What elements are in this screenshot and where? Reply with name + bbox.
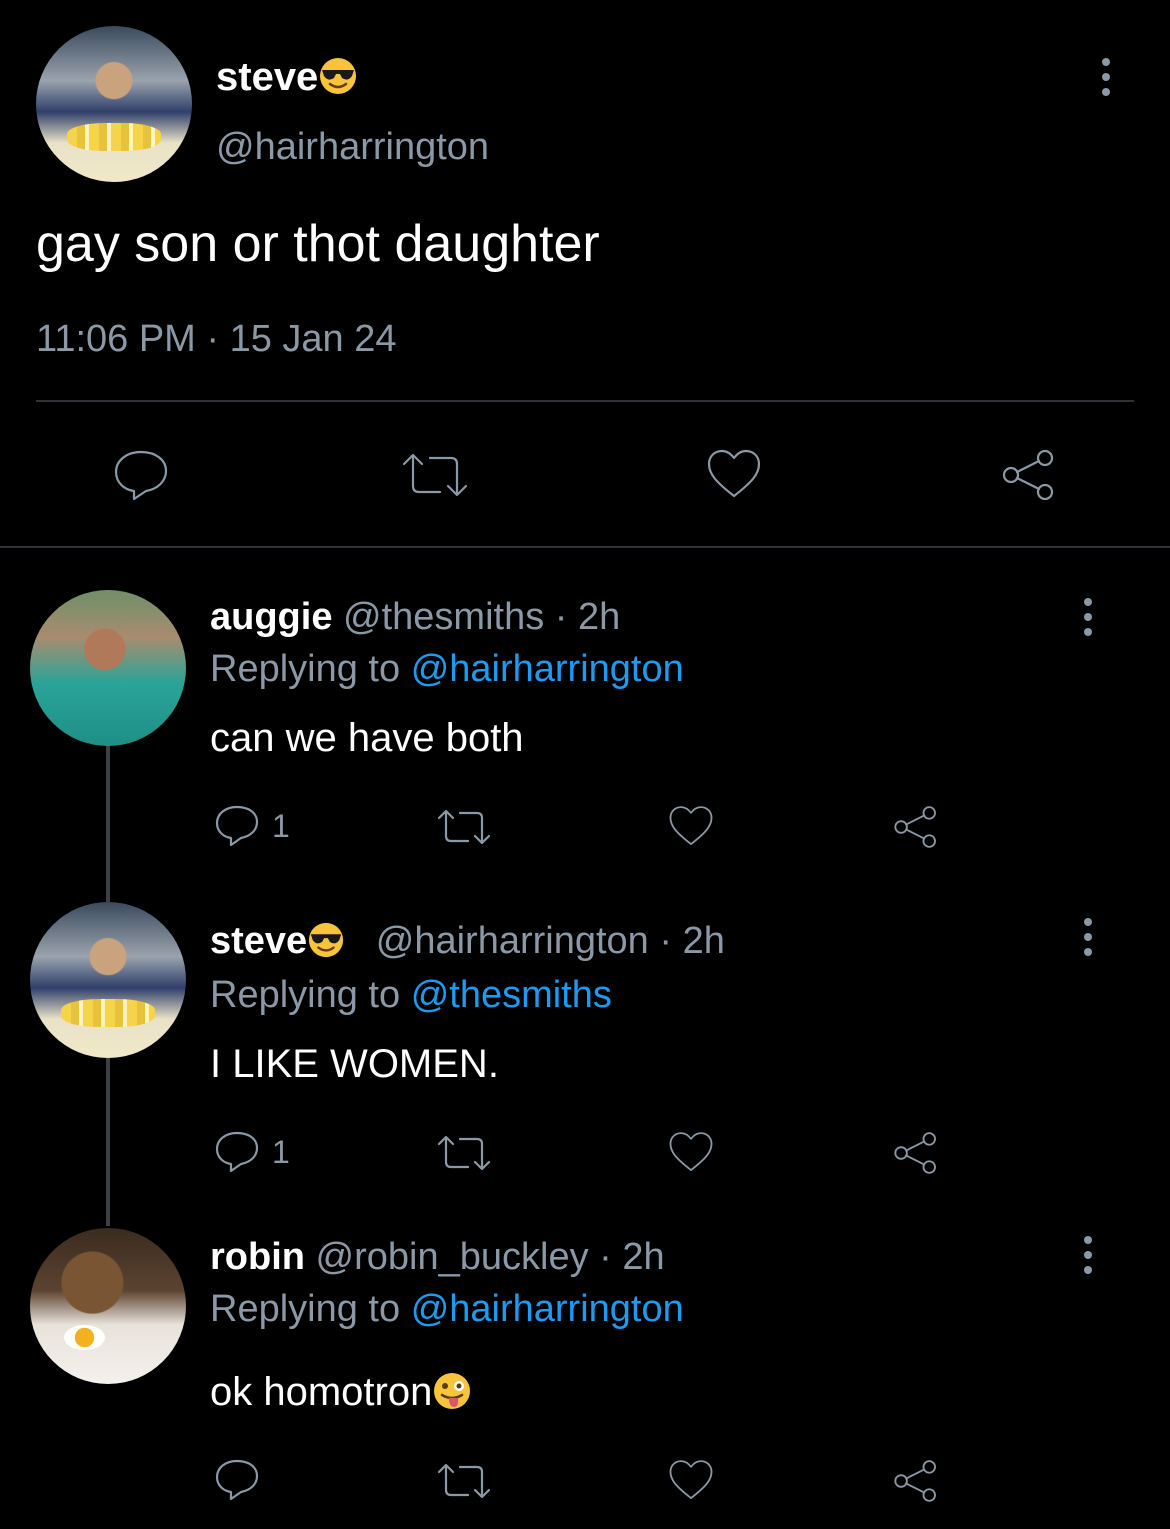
reply-display-name[interactable]: steve xyxy=(210,920,307,962)
reply-icon[interactable] xyxy=(214,1130,260,1174)
reply-display-name[interactable]: robin xyxy=(210,1236,305,1278)
reply-count: 1 xyxy=(272,1134,290,1170)
reply-display-name[interactable]: auggie xyxy=(210,596,332,638)
reply-avatar[interactable] xyxy=(30,902,186,1058)
sunglasses-emoji-icon xyxy=(309,922,344,958)
more-options-button[interactable] xyxy=(1084,1236,1092,1276)
retweet-icon[interactable] xyxy=(436,1462,492,1500)
reply-to-line: Replying to @hairharrington xyxy=(210,1288,684,1330)
retweet-icon[interactable] xyxy=(400,452,470,498)
mention-link[interactable]: @hairharrington xyxy=(411,1288,684,1330)
reply-handle[interactable]: @thesmiths xyxy=(343,596,544,638)
thread-connector xyxy=(106,744,110,902)
reply-to-line: Replying to @thesmiths xyxy=(210,974,612,1016)
reply-time[interactable]: · 2h xyxy=(659,920,724,962)
like-icon[interactable] xyxy=(668,1130,714,1174)
reply-icon[interactable] xyxy=(112,448,170,502)
author-handle[interactable]: @hairharrington xyxy=(216,126,489,169)
mention-link[interactable]: @hairharrington xyxy=(411,648,684,690)
reply-text: ok homotron xyxy=(210,1370,472,1415)
reply-time[interactable]: · 2h xyxy=(599,1236,664,1278)
like-icon[interactable] xyxy=(706,448,762,500)
winking-tongue-emoji-icon xyxy=(434,1373,471,1410)
author-display-name[interactable]: steve xyxy=(216,55,358,100)
share-icon[interactable] xyxy=(892,1130,940,1176)
mention-link[interactable]: @thesmiths xyxy=(411,974,612,1016)
section-divider xyxy=(0,546,1170,548)
reply-header: auggie @thesmiths · 2h xyxy=(210,596,620,639)
reply-text: I LIKE WOMEN. xyxy=(210,1042,499,1086)
retweet-icon[interactable] xyxy=(436,808,492,846)
reply-avatar[interactable] xyxy=(30,590,186,746)
more-options-button[interactable] xyxy=(1102,58,1110,98)
reply-count: 1 xyxy=(272,808,290,844)
reply-time[interactable]: · 2h xyxy=(555,596,620,638)
like-icon[interactable] xyxy=(668,804,714,848)
reply-icon[interactable] xyxy=(214,804,260,848)
tweet-timestamp[interactable]: 11:06 PM · 15 Jan 24 xyxy=(36,318,397,361)
reply-header: robin @robin_buckley · 2h xyxy=(210,1236,665,1279)
share-icon[interactable] xyxy=(892,1458,940,1504)
reply-avatar[interactable] xyxy=(30,1228,186,1384)
share-icon[interactable] xyxy=(892,804,940,850)
reply-handle[interactable]: @hairharrington xyxy=(376,920,649,962)
share-icon[interactable] xyxy=(1000,448,1058,502)
more-options-button[interactable] xyxy=(1084,918,1092,958)
tweet-text: gay son or thot daughter xyxy=(36,215,600,273)
sunglasses-emoji-icon xyxy=(320,58,357,95)
thread-connector xyxy=(106,1058,110,1226)
reply-to-line: Replying to @hairharrington xyxy=(210,648,684,690)
reply-icon[interactable] xyxy=(214,1458,260,1502)
divider xyxy=(36,400,1134,402)
retweet-icon[interactable] xyxy=(436,1134,492,1172)
author-avatar[interactable] xyxy=(36,26,192,182)
more-options-button[interactable] xyxy=(1084,598,1092,638)
reply-handle[interactable]: @robin_buckley xyxy=(316,1236,589,1278)
reply-text: can we have both xyxy=(210,716,524,760)
like-icon[interactable] xyxy=(668,1458,714,1502)
reply-header: steve @hairharrington · 2h xyxy=(210,920,725,963)
